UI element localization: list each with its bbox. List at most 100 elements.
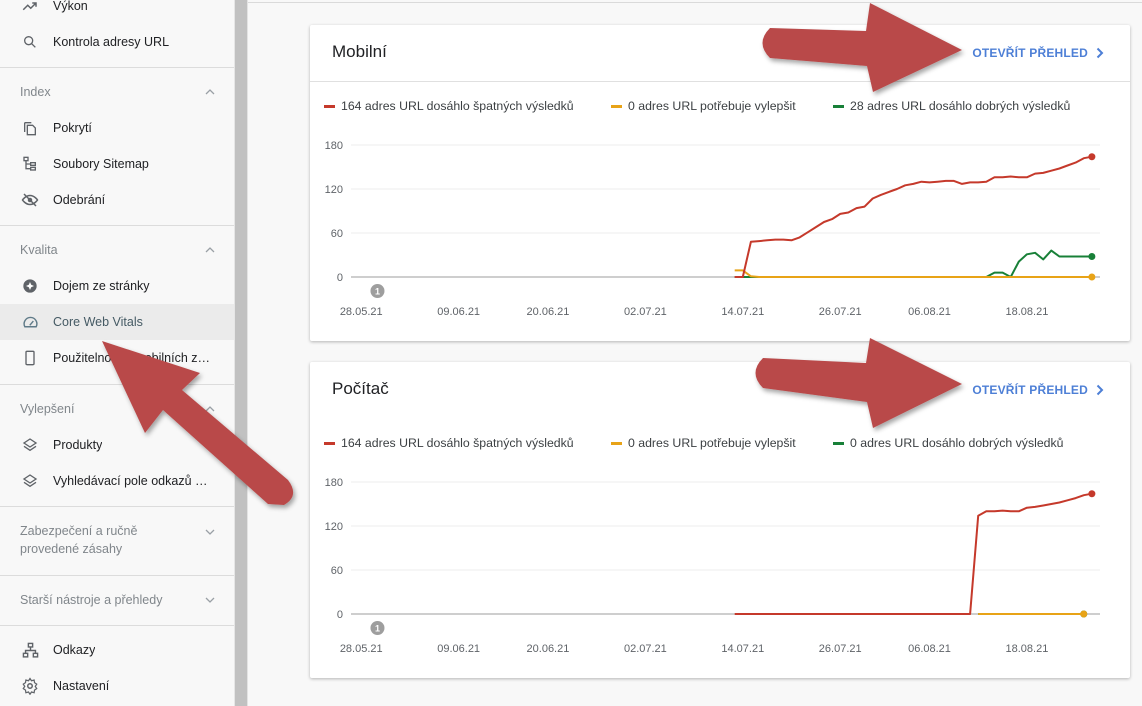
chevron-down-icon [205, 529, 215, 535]
card-divider [310, 81, 1130, 82]
series-line-poor[interactable] [734, 155, 1093, 278]
chart-desktop: 0 60 120 180 28.05.21 09.06.21 20.06.21 02.07.2… [325, 477, 1100, 655]
card-desktop: Počítač OTEVŘÍT PŘEHLED 164 adres URL do… [310, 362, 1130, 678]
annotation-marker-label: 1 [375, 287, 380, 297]
sidebar-item-label: Dojem ze stránky [53, 279, 150, 293]
open-report-button[interactable]: OTEVŘÍT PŘEHLED [972, 383, 1104, 397]
y-tick-label: 180 [325, 477, 343, 489]
links-icon [21, 641, 39, 659]
sidebar-item-label: Odebrání [53, 193, 106, 207]
sidebar-item-sitelinks-searchbox[interactable]: Vyhledávací pole odkazů na ... [0, 463, 234, 499]
section-header-enhancements[interactable]: Vylepšení [0, 400, 234, 418]
y-tick-label: 60 [331, 228, 343, 240]
chevron-up-icon [205, 89, 215, 95]
x-tick-label: 02.07.21 [624, 643, 667, 655]
x-tick-label: 14.07.21 [721, 306, 764, 318]
section-header-quality[interactable]: Kvalita [0, 241, 234, 259]
annotation-marker-label: 1 [375, 624, 380, 634]
sidebar-item-sitemaps[interactable]: Soubory Sitemap [0, 146, 234, 182]
chart-legend: 164 adres URL dosáhlo špatných výsledků … [324, 436, 1064, 450]
x-tick-label: 26.07.21 [819, 643, 862, 655]
legend-item-poor[interactable]: 164 adres URL dosáhlo špatných výsledků [324, 436, 611, 450]
x-tick-label: 26.07.21 [819, 306, 862, 318]
series-line-good[interactable] [734, 249, 1092, 278]
x-tick-label: 06.08.21 [908, 306, 951, 318]
legend-label: 0 adres URL potřebuje vylepšit [628, 99, 796, 113]
legend-label: 164 adres URL dosáhlo špatných výsledků [341, 436, 574, 450]
main-content: Mobilní OTEVŘÍT PŘEHLED 164 adres URL do… [247, 0, 1142, 706]
series-endpoint-poor[interactable] [1088, 490, 1096, 498]
section-title: Zabezpečení a ručně provedené zásahy [20, 522, 137, 558]
sidebar-scrollbar[interactable] [234, 0, 247, 706]
y-tick-label: 0 [337, 609, 343, 621]
legend-item-poor[interactable]: 164 adres URL dosáhlo špatných výsledků [324, 99, 611, 113]
section-title: Starší nástroje a přehledy [20, 593, 163, 607]
sidebar-divider [0, 506, 234, 507]
sidebar-divider [0, 67, 234, 68]
legend-item-needs-improvement[interactable]: 0 adres URL potřebuje vylepšit [611, 99, 833, 113]
top-divider [248, 2, 1142, 3]
page-experience-icon [21, 277, 39, 295]
open-report-label: OTEVŘÍT PŘEHLED [972, 46, 1088, 60]
sidebar-item-page-experience[interactable]: Dojem ze stránky [0, 268, 234, 304]
eye-off-icon [21, 191, 39, 209]
legend-item-needs-improvement[interactable]: 0 adres URL potřebuje vylepšit [611, 436, 833, 450]
legend-item-good[interactable]: 0 adres URL dosáhlo dobrých výsledků [833, 436, 1064, 450]
sitemap-icon [21, 155, 39, 173]
gear-icon [21, 677, 39, 695]
sidebar-item-links[interactable]: Odkazy [0, 632, 234, 668]
sidebar-item-core-web-vitals[interactable]: Core Web Vitals [0, 304, 234, 340]
sidebar-item-vykon[interactable]: Výkon [0, 0, 234, 24]
legend-swatch [833, 104, 844, 108]
sidebar-item-label: Core Web Vitals [53, 315, 143, 329]
x-tick-label: 09.06.21 [437, 643, 480, 655]
open-report-button[interactable]: OTEVŘÍT PŘEHLED [972, 46, 1104, 60]
legend-swatch [611, 441, 622, 445]
sidebar-divider [0, 384, 234, 385]
sidebar-item-mobile-usability[interactable]: Použitelnost v mobilních zař... [0, 340, 234, 376]
series-endpoint-needs-improvement[interactable] [1080, 610, 1088, 618]
sidebar-item-url-inspection[interactable]: Kontrola adresy URL [0, 24, 234, 60]
y-tick-label: 120 [325, 521, 343, 533]
section-header-legacy-tools[interactable]: Starší nástroje a přehledy [0, 591, 234, 609]
sidebar-divider [0, 625, 234, 626]
section-header-security[interactable]: Zabezpečení a ručně provedené zásahy [0, 522, 234, 558]
sidebar-item-label: Nastavení [53, 679, 110, 693]
sidebar-item-products[interactable]: Produkty [0, 427, 234, 463]
y-tick-label: 120 [325, 184, 343, 196]
card-title: Počítač [332, 379, 389, 398]
y-tick-label: 0 [337, 272, 343, 284]
trending-up-icon [21, 0, 39, 15]
series-line-poor[interactable] [734, 492, 1093, 615]
x-tick-label: 02.07.21 [624, 306, 667, 318]
chevron-down-icon [205, 597, 215, 603]
legend-swatch [324, 441, 335, 445]
x-tick-label: 28.05.21 [340, 306, 383, 318]
series-endpoint-poor[interactable] [1088, 153, 1096, 161]
series-endpoint-good[interactable] [1088, 252, 1096, 260]
search-icon [21, 33, 39, 51]
sidebar-item-coverage[interactable]: Pokrytí [0, 110, 234, 146]
sidebar-item-label: Soubory Sitemap [53, 157, 149, 171]
layers-icon [21, 472, 39, 490]
x-tick-label: 14.07.21 [721, 643, 764, 655]
series-line-needs-improvement[interactable] [734, 269, 1092, 278]
card-mobile: Mobilní OTEVŘÍT PŘEHLED 164 adres URL do… [310, 25, 1130, 341]
y-tick-label: 180 [325, 140, 343, 152]
sidebar-item-removals[interactable]: Odebrání [0, 182, 234, 218]
sidebar-item-label: Odkazy [53, 643, 96, 657]
x-tick-label: 20.06.21 [527, 643, 570, 655]
section-title: Vylepšení [20, 402, 75, 416]
legend-label: 0 adres URL dosáhlo dobrých výsledků [850, 436, 1064, 450]
speedometer-icon [21, 313, 39, 331]
section-header-index[interactable]: Index [0, 83, 234, 101]
sidebar-item-settings[interactable]: Nastavení [0, 668, 234, 704]
sidebar-item-label: Produkty [53, 438, 103, 452]
layers-icon [21, 436, 39, 454]
legend-label: 164 adres URL dosáhlo špatných výsledků [341, 99, 574, 113]
sidebar-item-label: Výkon [53, 0, 88, 13]
series-endpoint-needs-improvement[interactable] [1088, 273, 1096, 281]
y-tick-label: 60 [331, 565, 343, 577]
x-tick-label: 20.06.21 [527, 306, 570, 318]
legend-item-good[interactable]: 28 adres URL dosáhlo dobrých výsledků [833, 99, 1070, 113]
